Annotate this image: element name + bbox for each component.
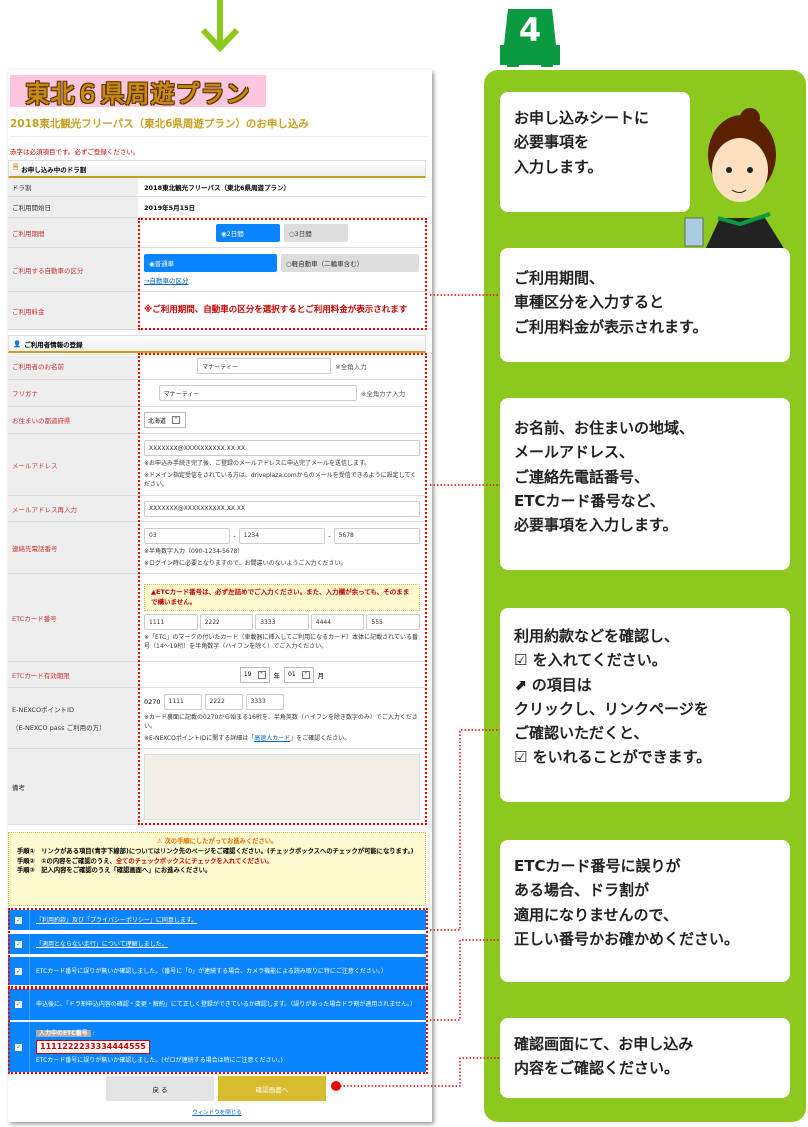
connector-lines — [331, 294, 500, 1091]
